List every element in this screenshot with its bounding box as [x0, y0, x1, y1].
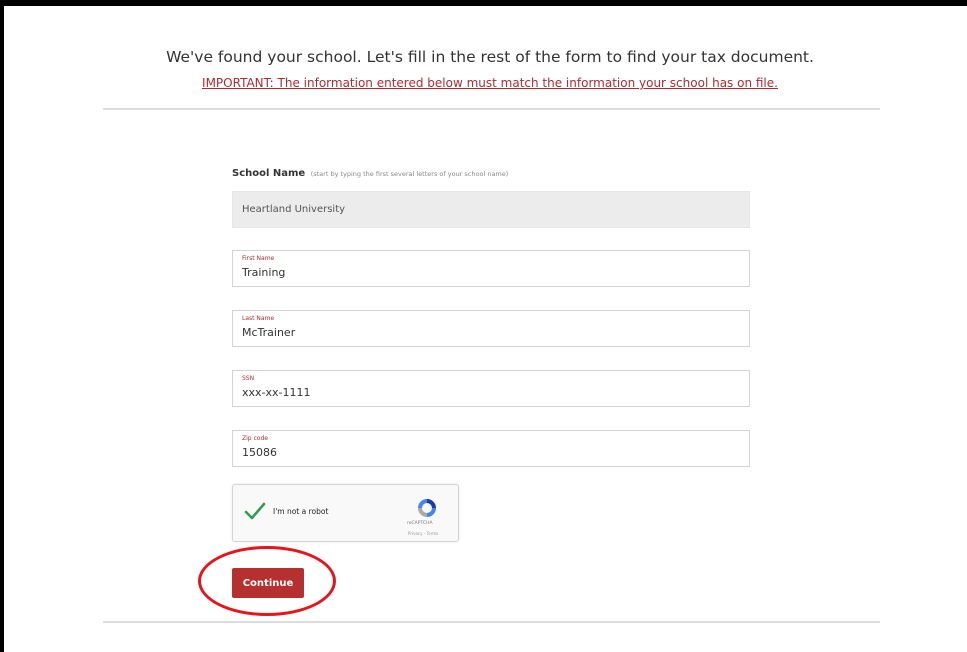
important-notice: IMPORTANT: The information entered below… — [202, 76, 778, 90]
ssn-value: xxx-xx-1111 — [242, 386, 311, 399]
recaptcha-label: I'm not a robot — [273, 507, 329, 516]
first-name-label: First Name — [242, 255, 275, 262]
last-name-field[interactable]: Last Name McTrainer — [232, 310, 750, 347]
ssn-label: SSN — [242, 375, 255, 382]
recaptcha-terms[interactable]: Privacy - Terms — [408, 531, 438, 536]
school-name-label: School Name (start by typing the first s… — [232, 168, 508, 179]
recaptcha-widget: I'm not a robot reCAPTCHA Privacy - Term… — [232, 484, 459, 542]
school-name-label-text: School Name — [232, 168, 306, 179]
divider-top — [103, 108, 880, 110]
first-name-value: Training — [242, 266, 286, 279]
recaptcha-brand: reCAPTCHA — [407, 521, 433, 526]
zip-code-label: Zip code — [242, 435, 268, 442]
school-name-value: Heartland University — [242, 204, 346, 215]
ssn-field[interactable]: SSN xxx-xx-1111 — [232, 370, 750, 407]
school-name-field[interactable]: Heartland University — [232, 191, 750, 228]
last-name-label: Last Name — [242, 315, 275, 322]
continue-button[interactable]: Continue — [232, 568, 304, 598]
first-name-field[interactable]: First Name Training — [232, 250, 750, 287]
school-name-hint: (start by typing the first several lette… — [310, 170, 509, 178]
zip-code-field[interactable]: Zip code 15086 — [232, 430, 750, 467]
last-name-value: McTrainer — [242, 326, 296, 339]
page-title: We've found your school. Let's fill in t… — [166, 48, 814, 66]
recaptcha-checkmark-icon[interactable] — [243, 499, 267, 523]
recaptcha-logo-icon — [418, 499, 436, 517]
divider-bottom — [103, 621, 880, 623]
zip-code-value: 15086 — [242, 446, 277, 459]
